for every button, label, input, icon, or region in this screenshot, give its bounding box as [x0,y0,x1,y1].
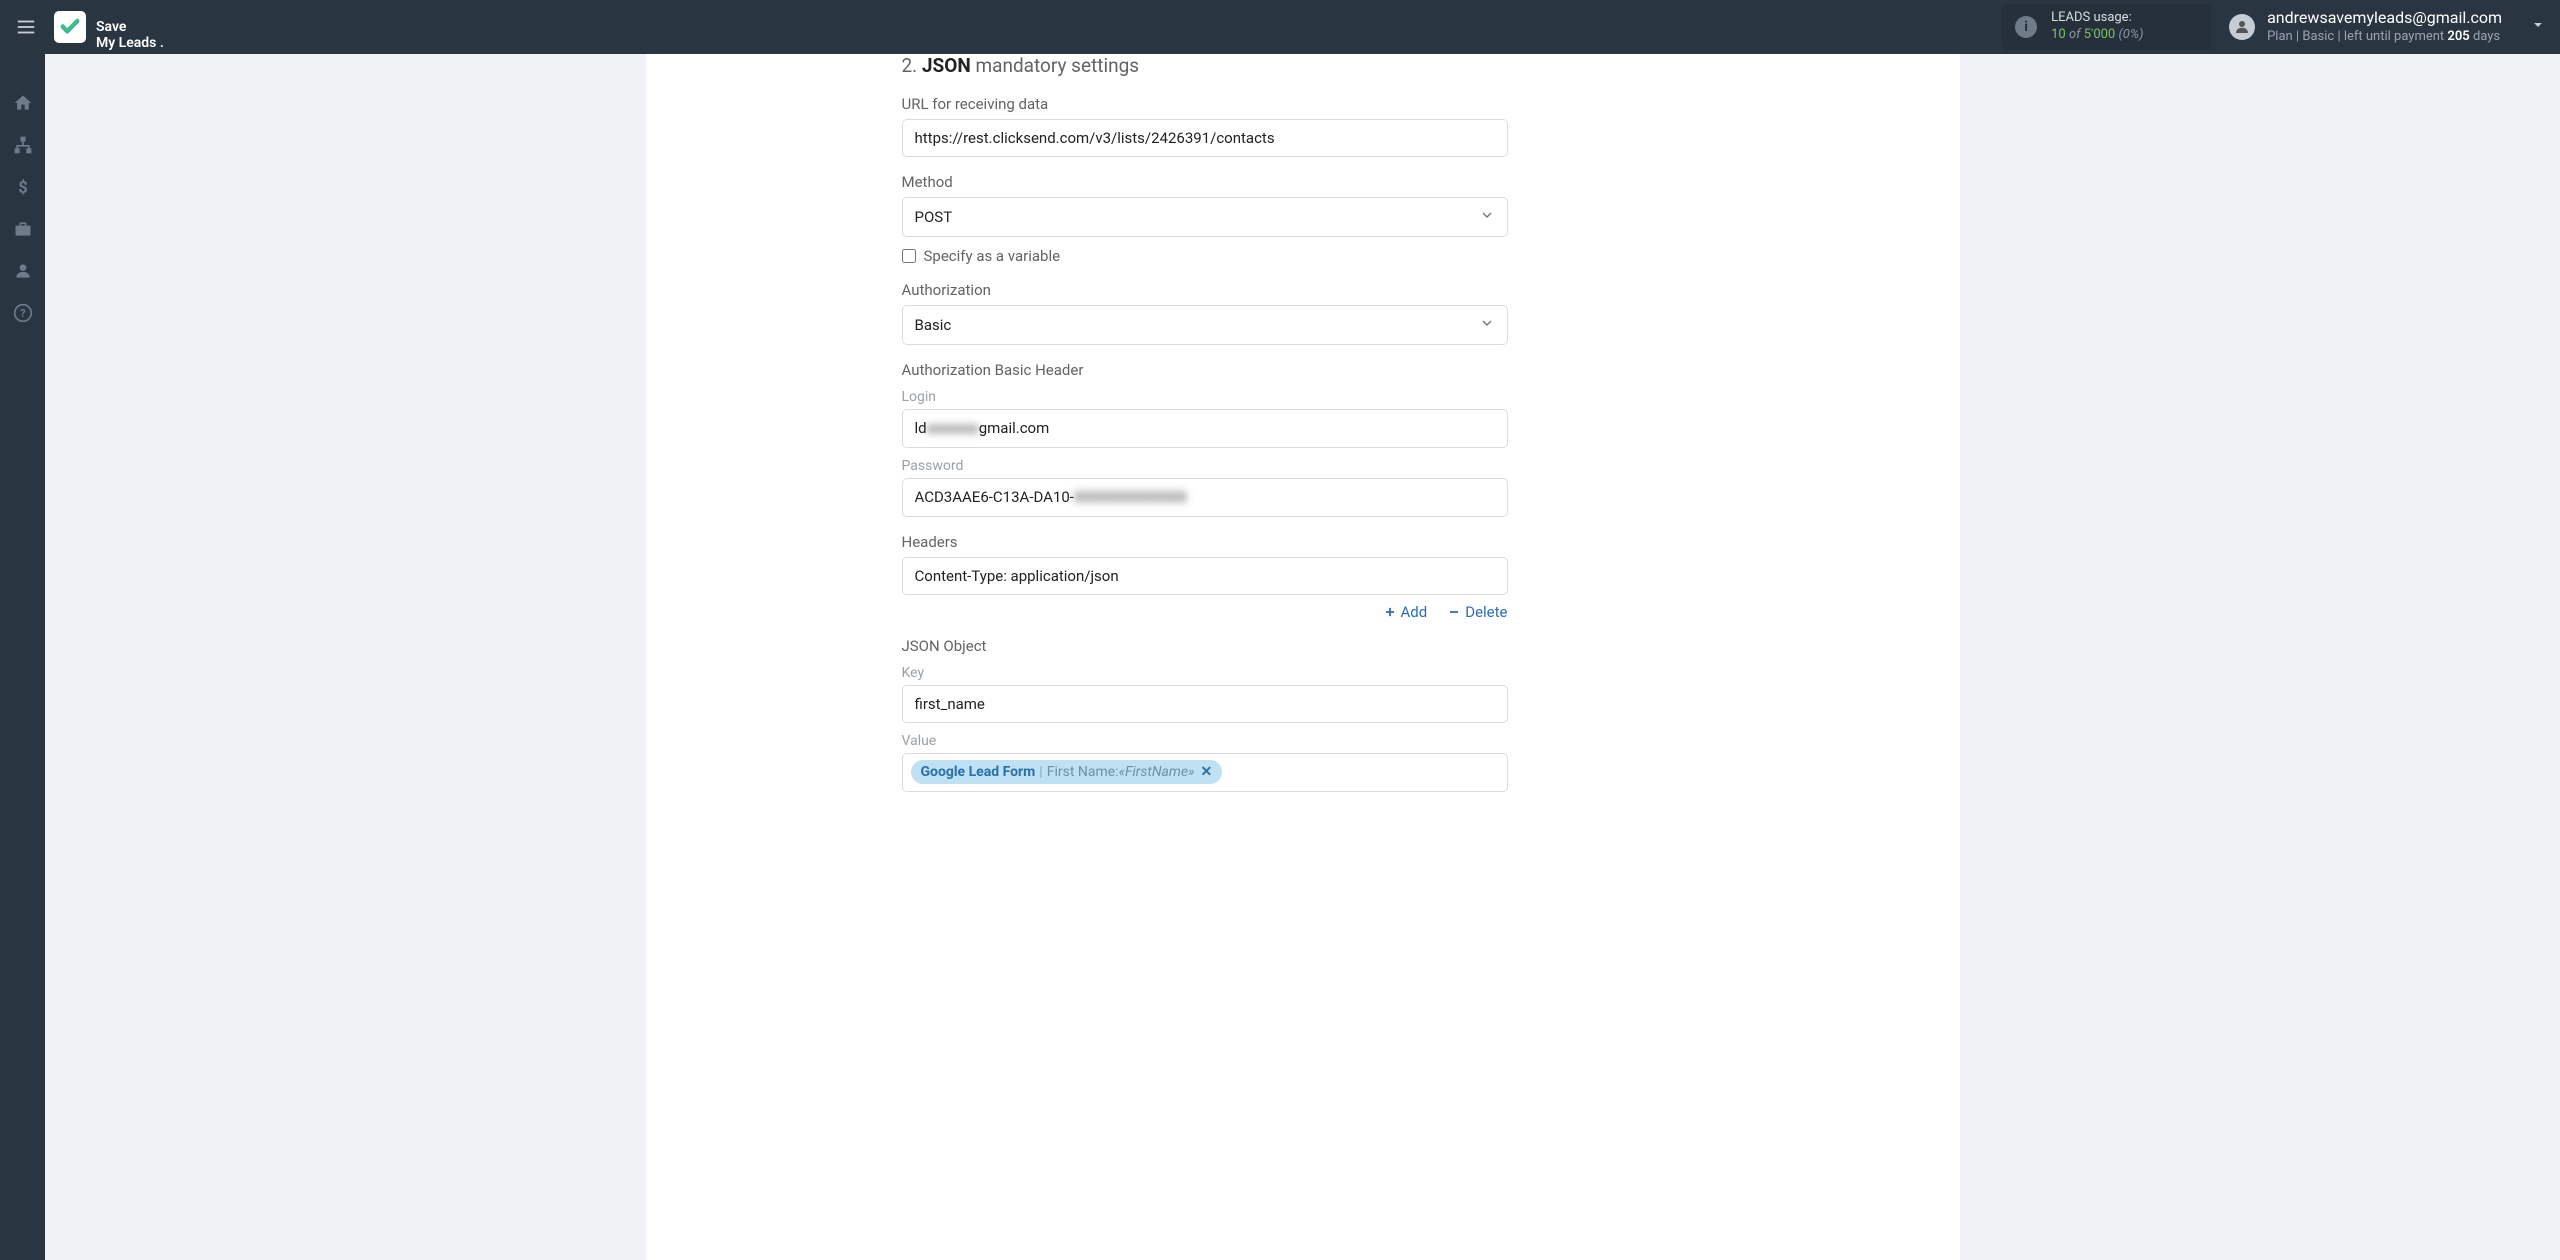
info-icon: i [2015,16,2037,38]
hamburger-icon[interactable] [14,15,38,39]
login-input[interactable]: ldxxxxxxxgmail.com [902,409,1508,448]
url-input[interactable] [902,119,1508,157]
sidebar-briefcase-icon[interactable] [0,208,45,250]
chip-remove-icon[interactable]: ✕ [1200,764,1212,780]
svg-text:$: $ [18,179,28,197]
usage-text: LEADS usage: 10 of 5'000 (0%) [2051,10,2143,44]
key-input[interactable] [902,685,1508,723]
chevron-down-icon [1479,207,1495,227]
method-select[interactable]: POST [902,197,1508,237]
password-input[interactable]: ACD3AAE6-C13A-DA10-XXXXXXXXXXXX [902,478,1508,517]
method-value: POST [915,208,953,226]
sidebar-home-icon[interactable] [0,82,45,124]
json-object-label: JSON Object [902,637,1508,655]
login-label: Login [902,389,1508,405]
key-label: Key [902,665,1508,681]
form-column: 2. JSON mandatory settings URL for recei… [902,54,1508,792]
account-panel[interactable]: andrewsavemyleads@gmail.com Plan | Basic… [2229,8,2546,46]
app-logo-text: SaveMy Leads . [96,3,164,51]
headers-label: Headers [902,533,1508,551]
sidebar-user-icon[interactable] [0,250,45,292]
headers-actions: Add Delete [902,603,1508,621]
usage-panel[interactable]: i LEADS usage: 10 of 5'000 (0%) [2001,4,2211,50]
account-text: andrewsavemyleads@gmail.com Plan | Basic… [2267,8,2502,46]
svg-text:?: ? [20,307,25,320]
auth-label: Authorization [902,281,1508,299]
auth-value: Basic [915,316,952,334]
value-input[interactable]: Google Lead Form | First Name: «FirstNam… [902,753,1508,792]
delete-button[interactable]: Delete [1447,603,1507,621]
sidebar: $ ? [0,54,45,1260]
sidebar-connections-icon[interactable] [0,124,45,166]
specify-label: Specify as a variable [924,247,1061,265]
sidebar-help-icon[interactable]: ? [0,292,45,334]
method-label: Method [902,173,1508,191]
page-wrap: 2. JSON mandatory settings URL for recei… [45,54,2560,1260]
avatar-icon [2229,14,2255,40]
specify-checkbox[interactable] [902,249,916,263]
specify-checkbox-row[interactable]: Specify as a variable [902,247,1508,265]
basic-header-label: Authorization Basic Header [902,361,1508,379]
auth-select[interactable]: Basic [902,305,1508,345]
app-header: SaveMy Leads . i LEADS usage: 10 of 5'00… [0,0,2560,54]
content-card: 2. JSON mandatory settings URL for recei… [646,54,1960,1260]
sidebar-billing-icon[interactable]: $ [0,166,45,208]
chevron-down-icon[interactable] [2530,17,2546,37]
chevron-down-icon [1479,315,1495,335]
password-label: Password [902,458,1508,474]
url-label: URL for receiving data [902,95,1508,113]
add-button[interactable]: Add [1383,603,1428,621]
value-label: Value [902,733,1508,749]
variable-chip: Google Lead Form | First Name: «FirstNam… [911,760,1223,784]
headers-input[interactable] [902,557,1508,595]
section-title: 2. JSON mandatory settings [902,54,1508,77]
app-logo-icon [54,11,86,43]
